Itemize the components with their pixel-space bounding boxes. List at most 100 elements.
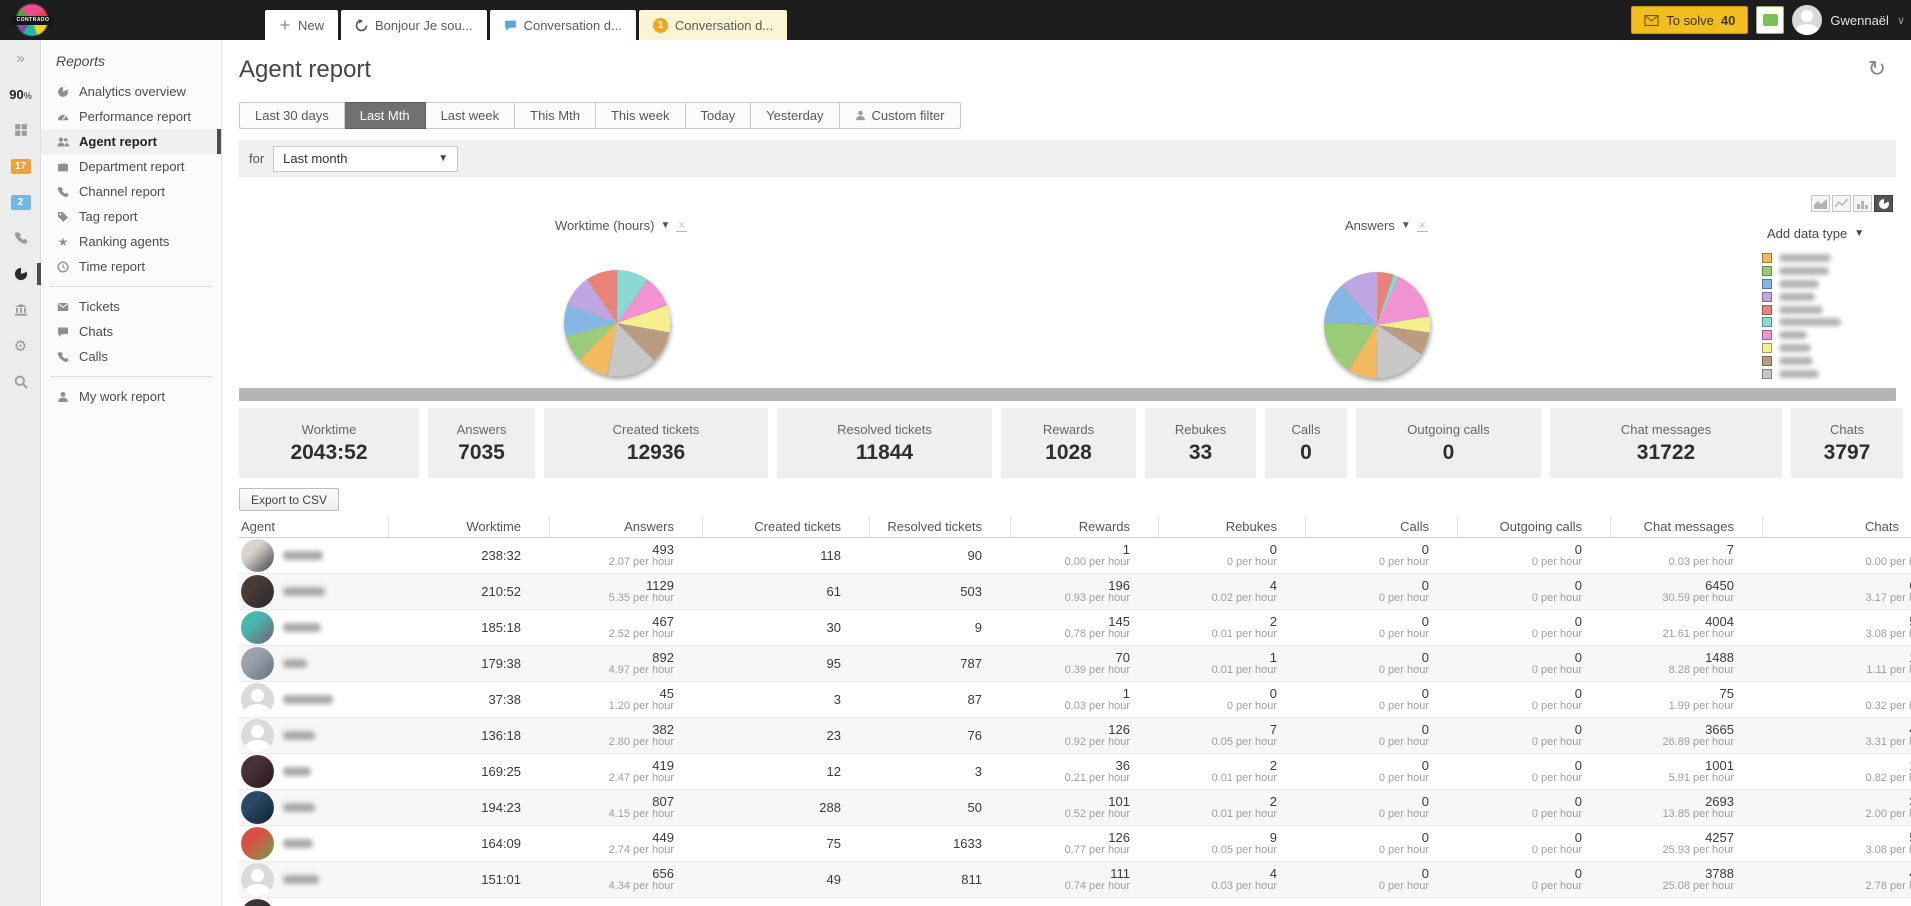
legend-item[interactable]	[1762, 342, 1841, 355]
column-header-resolved-tickets[interactable]: Resolved tickets	[869, 516, 1010, 537]
legend-item[interactable]	[1762, 316, 1841, 329]
user-name[interactable]: Gwennaël	[1830, 13, 1889, 28]
rail-item-reports[interactable]	[0, 256, 41, 292]
legend-item[interactable]	[1762, 354, 1841, 367]
rail-item-zoom-level[interactable]: 90%	[0, 76, 41, 112]
sidebar-item-chats[interactable]: Chats	[41, 319, 221, 344]
agent-row[interactable]: 194:238074.15 per hour288501010.52 per h…	[239, 790, 1911, 826]
bar-chart-button[interactable]	[1853, 195, 1872, 212]
column-header-worktime[interactable]: Worktime	[388, 516, 549, 537]
topbar-tab[interactable]: Conversation d...	[490, 10, 636, 40]
agent-row[interactable]: 210:5211295.35 per hour615031960.93 per …	[239, 574, 1911, 610]
line-chart-button[interactable]	[1832, 195, 1851, 212]
column-header-chat-messages[interactable]: Chat messages	[1610, 516, 1762, 537]
filter-this-mth[interactable]: This Mth	[515, 102, 596, 129]
rail-item-settings[interactable]: ⚙	[0, 328, 41, 364]
agent-row[interactable]: 238:324932.07 per hour1189010.00 per hou…	[239, 538, 1911, 574]
sidebar-item-my-work-report[interactable]: My work report	[41, 384, 221, 409]
cell-chat_messages: 366526.89 per hour	[1610, 718, 1762, 753]
agent-row[interactable]: 37:38451.20 per hour38710.03 per hour00 …	[239, 682, 1911, 718]
cell-chat_messages: 400421.61 per hour	[1610, 610, 1762, 645]
to-solve-button[interactable]: To solve 40	[1631, 6, 1748, 34]
chat-status-button[interactable]	[1756, 6, 1784, 34]
topbar-tab[interactable]: Bonjour Je sou...	[341, 10, 487, 40]
legend-item[interactable]	[1762, 265, 1841, 278]
sidebar-item-performance-report[interactable]: Performance report	[41, 104, 221, 129]
column-header-rebukes[interactable]: Rebukes	[1158, 516, 1305, 537]
topbar-tab[interactable]: New	[265, 10, 338, 40]
cell-agent	[239, 610, 388, 645]
cell-rewards: 360.21 per hour	[1010, 754, 1158, 789]
filter-last-mth[interactable]: Last Mth	[345, 102, 426, 129]
chart-dropdown-icon[interactable]: ▼	[660, 220, 670, 231]
period-select-value: Last month	[283, 151, 347, 166]
worktime-chart-label[interactable]: Worktime (hours)	[555, 218, 654, 233]
app-logo[interactable]: CONTRADO	[12, 3, 56, 37]
sidebar-item-department-report[interactable]: Department report	[41, 154, 221, 179]
horizontal-scrollbar[interactable]	[239, 388, 1896, 401]
pie-chart-button[interactable]	[1874, 195, 1893, 212]
sidebar-item-time-report[interactable]: Time report	[41, 254, 221, 279]
filter-custom-filter[interactable]: Custom filter	[840, 102, 961, 129]
area-chart-button[interactable]	[1811, 195, 1830, 212]
sidebar-item-label: Performance report	[79, 109, 191, 124]
refresh-icon[interactable]: ↻	[1868, 56, 1886, 82]
stat-label: Rebukes	[1175, 422, 1226, 437]
column-header-agent[interactable]: Agent	[239, 516, 388, 537]
period-select[interactable]: Last month ▼	[273, 146, 458, 172]
agent-row[interactable]: 179:388924.97 per hour95787700.39 per ho…	[239, 646, 1911, 682]
legend-item[interactable]	[1762, 303, 1841, 316]
sidebar-item-tag-report[interactable]: Tag report	[41, 204, 221, 229]
rail-item-calls[interactable]	[0, 220, 41, 256]
agent-row[interactable]: 136:183822.80 per hour23761260.92 per ho…	[239, 718, 1911, 754]
filter-last-30-days[interactable]: Last 30 days	[239, 102, 345, 129]
export-csv-button[interactable]: Export to CSV	[239, 488, 339, 511]
agent-row[interactable]	[239, 898, 1911, 906]
legend-item[interactable]	[1762, 252, 1841, 265]
column-header-outgoing-calls[interactable]: Outgoing calls	[1457, 516, 1610, 537]
add-data-type-button[interactable]: Add data type ▼	[1767, 226, 1864, 241]
filter-this-week[interactable]: This week	[596, 102, 686, 129]
filter-last-week[interactable]: Last week	[426, 102, 516, 129]
legend-item[interactable]	[1762, 290, 1841, 303]
sidebar-item-tickets[interactable]: Tickets	[41, 294, 221, 319]
chart-dropdown-icon[interactable]: ▼	[1401, 220, 1411, 231]
cell-agent	[239, 754, 388, 789]
filter-yesterday[interactable]: Yesterday	[751, 102, 839, 129]
column-header-calls[interactable]: Calls	[1305, 516, 1457, 537]
column-header-rewards[interactable]: Rewards	[1010, 516, 1158, 537]
column-header-created-tickets[interactable]: Created tickets	[702, 516, 869, 537]
sidebar-item-analytics-overview[interactable]: Analytics overview	[41, 79, 221, 104]
cell-agent	[239, 538, 388, 573]
column-header-answers[interactable]: Answers	[549, 516, 702, 537]
close-chart-icon[interactable]: ×	[1417, 220, 1428, 232]
agent-row[interactable]: 164:094492.74 per hour7516331260.77 per …	[239, 826, 1911, 862]
sidebar-item-channel-report[interactable]: Channel report	[41, 179, 221, 204]
agent-row[interactable]: 185:184672.52 per hour3091450.78 per hou…	[239, 610, 1911, 646]
cell-chat_messages: 425725.93 per hour	[1610, 826, 1762, 861]
topbar-tab[interactable]: 1Conversation d...	[639, 10, 787, 40]
filter-today[interactable]: Today	[686, 102, 752, 129]
rail-item-collapse[interactable]: »	[0, 40, 41, 76]
legend-item[interactable]	[1762, 367, 1841, 380]
legend-item[interactable]	[1762, 329, 1841, 342]
legend-item[interactable]	[1762, 278, 1841, 291]
agent-row[interactable]: 151:016564.34 per hour498111110.74 per h…	[239, 862, 1911, 898]
sidebar-item-calls[interactable]: Calls	[41, 344, 221, 369]
close-chart-icon[interactable]: ×	[676, 220, 687, 232]
rail-item-tickets-badge[interactable]: 17	[0, 148, 41, 184]
rail-item-chats-badge[interactable]: 2	[0, 184, 41, 220]
answers-chart-label[interactable]: Answers	[1345, 218, 1395, 233]
sidebar-item-agent-report[interactable]: Agent report	[41, 129, 221, 154]
agent-row[interactable]: 169:254192.47 per hour123360.21 per hour…	[239, 754, 1911, 790]
unread-badge: 1	[653, 18, 668, 33]
user-avatar[interactable]	[1792, 5, 1822, 35]
rail-item-dashboard[interactable]	[0, 112, 41, 148]
chevron-down-icon[interactable]: ∨	[1897, 14, 1905, 27]
rail-item-company[interactable]	[0, 292, 41, 328]
column-header-chats[interactable]: Chats	[1762, 516, 1911, 537]
sidebar-item-label: Chats	[79, 324, 113, 339]
sidebar-item-ranking-agents[interactable]: ★Ranking agents	[41, 229, 221, 254]
stat-value: 0	[1443, 441, 1455, 465]
rail-item-search[interactable]	[0, 364, 41, 400]
